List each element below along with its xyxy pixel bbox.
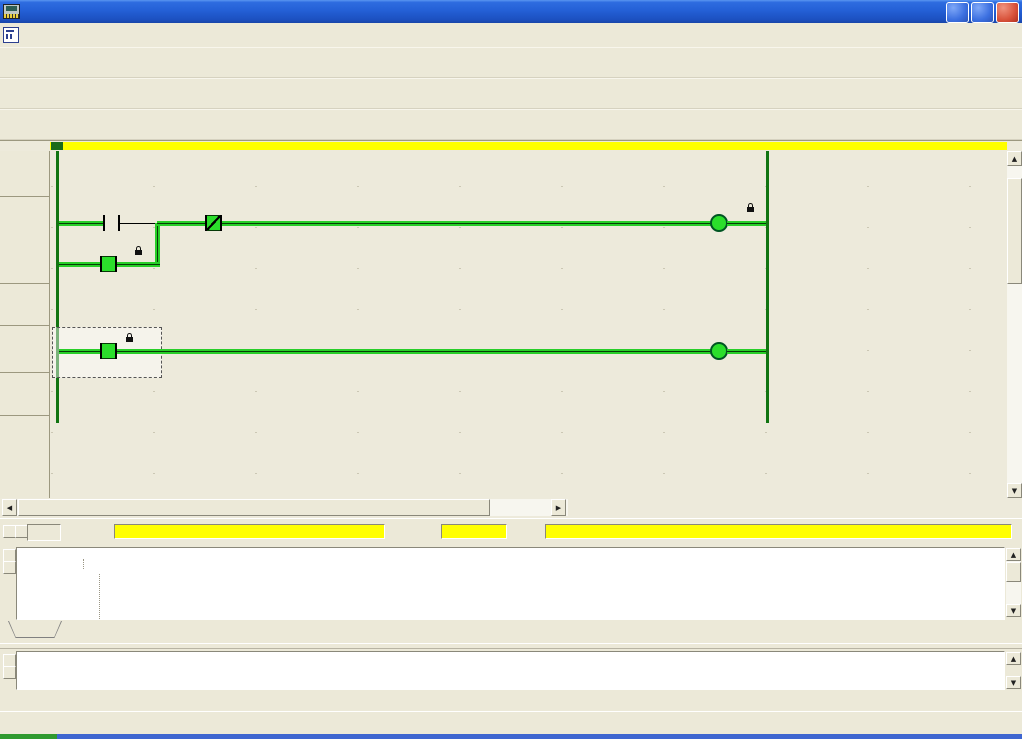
rung1-branch-junction	[155, 223, 160, 265]
rung1-wire	[727, 221, 766, 226]
project-workspace: ▲ ▼	[0, 545, 1022, 643]
app-icon	[3, 4, 20, 19]
toolbar-views-simulation	[0, 109, 1022, 140]
rung1-wire-dead	[120, 223, 157, 224]
tree-vscroll-thumb[interactable]	[1006, 562, 1021, 582]
title-bar	[0, 0, 1022, 23]
cx-programmer-window: ▲ ▼ ◀ ▶ ▲ ▼	[0, 0, 1022, 739]
rung3-contact-lock-icon	[126, 337, 133, 342]
rung1-branch-lock-icon	[135, 250, 142, 255]
ladder-vscroll-thumb[interactable]	[1007, 178, 1022, 284]
tree-connector	[83, 559, 84, 569]
tree-vscroll-down[interactable]: ▼	[1006, 604, 1021, 617]
ladder-vscroll-up[interactable]: ▲	[1007, 151, 1022, 166]
rung1-contact1-bar	[103, 215, 105, 231]
output-expand-button[interactable]	[3, 666, 16, 679]
close-button[interactable]	[996, 2, 1019, 23]
rung1-wire	[157, 221, 205, 226]
rung1-coil-lock-icon	[747, 207, 754, 212]
ladder-hscroll-left[interactable]: ◀	[2, 499, 17, 516]
project-tree-area[interactable]	[16, 547, 1005, 620]
margin-cell-rung1	[0, 197, 49, 284]
window-bottom-border	[0, 734, 1022, 739]
rung1-contact2-nc-energized[interactable]	[207, 215, 220, 231]
rung1-branch-wire	[59, 262, 100, 267]
toolbar-standard	[0, 47, 1022, 78]
rung1-output-coil[interactable]	[710, 214, 728, 232]
margin-cell-rung3	[0, 326, 49, 373]
rung3-output-coil[interactable]	[710, 342, 728, 360]
status-bar	[0, 711, 1022, 735]
right-power-rail	[766, 151, 769, 423]
rung1-wire	[59, 221, 104, 226]
rung1-wire	[222, 221, 711, 226]
project-tab[interactable]	[8, 621, 62, 638]
margin-cell-rung2	[0, 284, 49, 326]
rung3-wire	[59, 349, 100, 354]
rung1-branch-wire	[117, 262, 160, 267]
rung-highlight-bar	[50, 142, 1007, 150]
ladder-grid	[50, 151, 1007, 498]
operand-bar-inset	[27, 524, 61, 541]
rung3-wire	[727, 349, 766, 354]
rung3-wire	[117, 349, 711, 354]
workspace-expand-button[interactable]	[3, 561, 16, 574]
ladder-hscroll-thumb[interactable]	[18, 499, 490, 516]
minimize-button[interactable]	[946, 2, 969, 23]
left-power-rail	[56, 151, 59, 423]
rung1-branch-contact-energized[interactable]	[102, 256, 115, 272]
ladder-hscroll-right[interactable]: ▶	[551, 499, 566, 516]
ladder-vscroll-down[interactable]: ▼	[1007, 483, 1022, 498]
project-tab-label	[9, 621, 61, 637]
tree-vscroll-up[interactable]: ▲	[1006, 548, 1021, 561]
mdi-child-icon[interactable]	[3, 27, 19, 43]
toolbar-diagram	[0, 78, 1022, 109]
rung3-contact-energized[interactable]	[102, 343, 115, 359]
ladder-diagram-editor[interactable]: ▲ ▼ ◀ ▶	[0, 140, 1022, 519]
output-text-area[interactable]	[16, 651, 1005, 690]
margin-cell-rung4	[0, 373, 49, 416]
comment-field[interactable]	[545, 524, 1012, 539]
tree-connector	[99, 574, 100, 619]
operand-bar	[0, 518, 1022, 545]
rung-highlight-marker	[51, 142, 63, 150]
menu-bar	[0, 23, 1022, 48]
output-vscroll-up[interactable]: ▲	[1006, 652, 1021, 665]
name-field[interactable]	[114, 524, 385, 539]
address-field[interactable]	[441, 524, 507, 539]
margin-cell	[0, 151, 49, 197]
window-bottom-border-accent	[0, 734, 57, 739]
output-window: ▲ ▼	[0, 648, 1022, 712]
output-vscroll-down[interactable]: ▼	[1006, 676, 1021, 689]
restore-button[interactable]	[971, 2, 994, 23]
rung-margin	[0, 151, 50, 498]
